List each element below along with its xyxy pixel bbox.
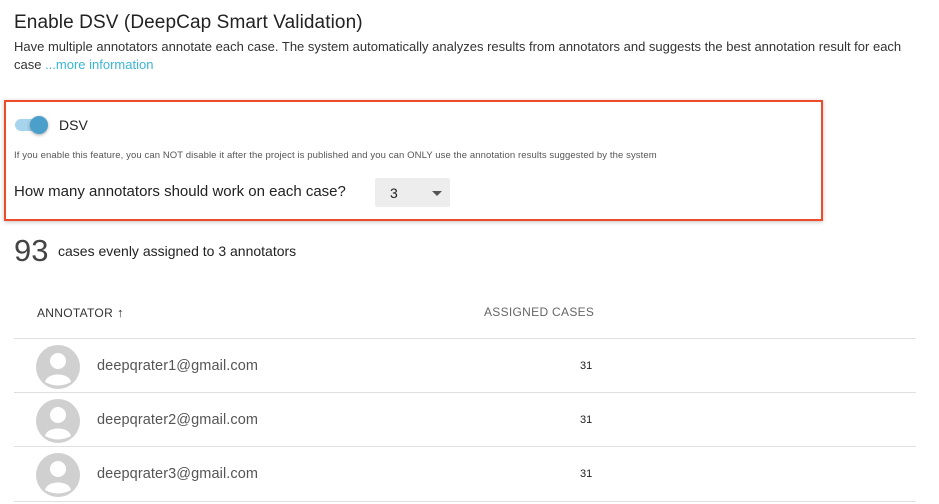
page-description: Have multiple annotators annotate each c… xyxy=(14,38,919,74)
chevron-down-icon xyxy=(432,191,442,196)
table-row: deepqrater3@gmail.com 31 xyxy=(14,446,916,502)
table-row: deepqrater2@gmail.com 31 xyxy=(14,392,916,447)
annotator-email: deepqrater3@gmail.com xyxy=(97,466,259,482)
column-header-annotator-label: ANNOTATOR xyxy=(37,306,114,320)
dsv-warning-text: If you enable this feature, you can NOT … xyxy=(14,150,657,161)
dsv-label: DSV xyxy=(59,117,88,133)
case-count-text: cases evenly assigned to 3 annotators xyxy=(58,243,297,259)
annotator-email: deepqrater2@gmail.com xyxy=(97,412,259,428)
avatar-icon xyxy=(36,453,80,497)
table-row: deepqrater1@gmail.com 31 xyxy=(14,338,916,393)
case-count: 93 xyxy=(14,233,49,268)
column-header-annotator[interactable]: ANNOTATOR ↑ xyxy=(37,305,124,320)
avatar-icon xyxy=(36,399,80,443)
assigned-cases-value: 31 xyxy=(580,468,593,480)
select-value: 3 xyxy=(390,185,398,201)
dsv-settings-page: Enable DSV (DeepCap Smart Validation) Ha… xyxy=(0,0,939,504)
column-header-assigned-cases: ASSIGNED CASES xyxy=(484,305,595,319)
annotators-per-case-select[interactable]: 3 xyxy=(375,178,450,207)
more-information-link[interactable]: ...more information xyxy=(45,57,153,72)
page-title: Enable DSV (DeepCap Smart Validation) xyxy=(14,12,363,33)
toggle-thumb xyxy=(30,116,48,134)
dsv-toggle[interactable] xyxy=(14,116,48,134)
assigned-cases-value: 31 xyxy=(580,414,593,426)
assigned-cases-value: 31 xyxy=(580,360,593,372)
annotator-email: deepqrater1@gmail.com xyxy=(97,358,259,374)
avatar-icon xyxy=(36,345,80,389)
arrow-up-icon: ↑ xyxy=(117,305,124,320)
annotators-question: How many annotators should work on each … xyxy=(14,183,346,200)
